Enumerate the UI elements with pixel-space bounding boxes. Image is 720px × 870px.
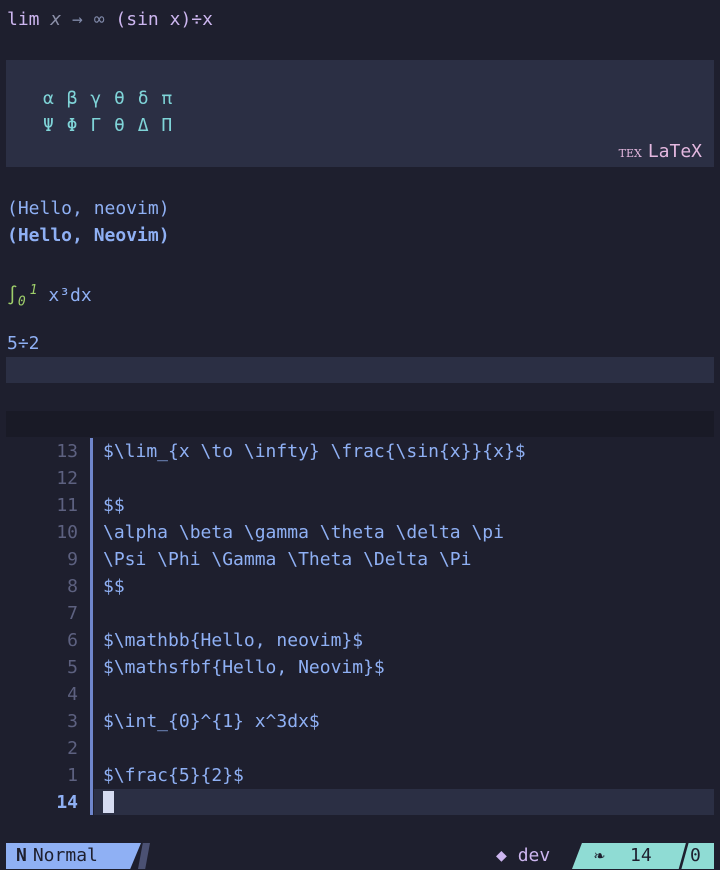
git-branch-label: dev [517,845,551,866]
integral-render: ∫01 x³dx [7,277,720,310]
integral-upper: 1 [29,283,38,298]
gutter-sign-column [90,438,93,815]
line-number-gutter: 1 [67,765,78,786]
mathbb-render: (Hello, neovim) [7,198,170,219]
latex-display-block: α β γ θ δ π Ψ Φ Γ θ Δ Π TEX LaTeX [6,60,714,167]
code-line[interactable] [103,789,720,816]
line-number-gutter: 4 [67,684,78,705]
limit-expr: (sin x)÷x [115,9,213,30]
lim-text: lim [7,9,40,30]
mode-indicator: N Normal [6,843,141,869]
leaf-icon: ❧ [594,845,605,866]
code-line[interactable] [103,465,720,492]
code-line[interactable]: $\frac{5}{2}$ [103,762,720,789]
code-line[interactable]: \alpha \beta \gamma \theta \delta \pi [103,519,720,546]
window-separator [6,411,714,437]
line-number-gutter: 13 [56,441,78,462]
statusline: N Normal ◆ dev ❧ 14 0 [0,843,720,869]
greek-uppercase-row: Ψ Φ Γ θ Δ Π [43,115,174,136]
code-line[interactable]: $\lim_{x \to \infty} \frac{\sin{x}}{x}$ [103,438,720,465]
text-cursor [103,791,114,813]
mathsfbf-render: (Hello, Neovim) [7,225,170,246]
line-number-gutter: 3 [67,711,78,732]
code-line[interactable]: $$ [103,573,720,600]
code-line[interactable] [103,600,720,627]
code-line[interactable]: $\int_{0}^{1} x^3dx$ [103,708,720,735]
line-number: 14 [630,845,652,866]
code-line[interactable] [103,681,720,708]
line-number-gutter: 6 [67,630,78,651]
code-line[interactable] [103,735,720,762]
code-line[interactable]: $\mathbb{Hello, neovim}$ [103,627,720,654]
mode-label: Normal [32,845,98,866]
git-branch[interactable]: ◆ dev [496,843,550,869]
latex-badge-label: LaTeX [647,141,702,162]
line-number-gutter: 12 [56,468,78,489]
arrow-symbol: → [72,9,83,30]
column-number: 0 [690,845,701,866]
latex-badge: TEX LaTeX [619,141,702,162]
limit-var: x [50,9,62,30]
line-number-gutter: 14 [56,792,78,813]
integral-sign: ∫ [7,285,18,306]
integral-lower: 0 [17,294,26,310]
integral-body: x³dx [48,285,92,306]
line-number-gutter: 5 [67,657,78,678]
code-line[interactable]: $\mathsfbf{Hello, Neovim}$ [103,654,720,681]
line-number-gutter: 9 [67,549,78,570]
line-number-gutter: 11 [56,495,78,516]
limit-render: lim x → ∞ (sin x)÷x [7,6,720,33]
mode-separator [138,843,150,869]
infinity-symbol: ∞ [93,9,105,30]
greek-lowercase-row: α β γ θ δ π [43,88,174,109]
tex-icon: TEX [618,147,642,160]
preview-highlight-bar [6,357,714,383]
code-line[interactable]: $$ [103,492,720,519]
neovim-icon: N [16,845,27,866]
line-number-gutter: 10 [56,522,78,543]
line-number-gutter: 8 [67,576,78,597]
line-number-gutter: 7 [67,603,78,624]
cursor-position: ❧ 14 0 [572,843,714,869]
fraction-render: 5÷2 [7,333,40,354]
line-number-gutter: 2 [67,738,78,759]
git-branch-icon: ◆ [496,845,507,866]
code-line[interactable]: \Psi \Phi \Gamma \Theta \Delta \Pi [103,546,720,573]
